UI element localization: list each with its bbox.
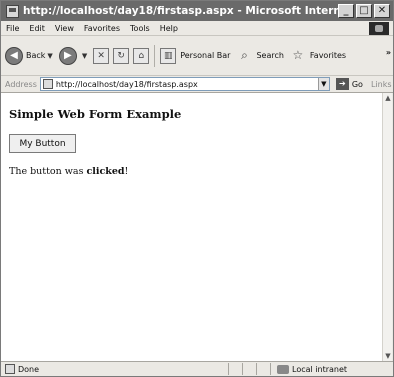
window-title: http://localhost/day18/firstasp.aspx - M…	[23, 5, 338, 17]
my-button[interactable]: My Button	[9, 134, 76, 153]
back-label: Back	[26, 51, 46, 60]
scroll-down-icon[interactable]: ▼	[383, 351, 393, 361]
browser-window: http://localhost/day18/firstasp.aspx - M…	[0, 0, 394, 377]
page-content: Simple Web Form Example My Button The bu…	[1, 93, 383, 361]
links-label[interactable]: Links	[371, 80, 392, 89]
menu-file[interactable]: File	[1, 24, 24, 33]
message-suffix: !	[124, 166, 129, 177]
status-pane	[256, 363, 270, 375]
message-bold: clicked	[86, 166, 125, 177]
menu-tools[interactable]: Tools	[125, 24, 155, 33]
go-arrow-icon: ➔	[335, 78, 349, 90]
menu-edit[interactable]: Edit	[24, 24, 50, 33]
page-icon	[42, 79, 53, 89]
vertical-scrollbar[interactable]: ▲ ▼	[382, 93, 392, 361]
scroll-up-icon[interactable]: ▲	[383, 93, 393, 103]
done-page-icon	[5, 364, 15, 374]
security-zone: Local intranet	[270, 363, 347, 375]
forward-arrow-icon: ▶	[58, 46, 77, 65]
address-url[interactable]: http://localhost/day18/firstasp.aspx	[56, 80, 198, 89]
address-label: Address	[5, 79, 37, 89]
message-prefix: The button was	[9, 166, 87, 177]
personal-bar-label: Personal Bar	[180, 51, 231, 60]
chevron-down-icon[interactable]: ▼	[47, 52, 52, 60]
go-button[interactable]: ➔ Go	[335, 78, 363, 90]
back-button[interactable]: ◀ Back ▼	[5, 46, 53, 65]
status-pane	[242, 363, 256, 375]
forward-button[interactable]: ▶ ▼	[58, 46, 87, 65]
windows-logo-icon	[369, 22, 389, 35]
chevron-down-icon[interactable]: ▼	[82, 52, 87, 60]
address-bar: Address http://localhost/day18/firstasp.…	[1, 76, 393, 93]
intranet-icon	[277, 364, 289, 374]
title-bar[interactable]: http://localhost/day18/firstasp.aspx - M…	[1, 1, 393, 21]
minimize-button[interactable]: _	[338, 4, 354, 18]
zone-label: Local intranet	[292, 364, 348, 374]
favorites-button[interactable]: ☆ Favorites	[290, 47, 347, 64]
page-title: Simple Web Form Example	[9, 107, 182, 121]
toolbar-overflow-icon[interactable]: »	[386, 48, 391, 57]
standard-toolbar: ◀ Back ▼ ▶ ▼ ✕ ↻ ⌂ ▥ Personal Bar ⌕ Sear…	[1, 36, 393, 76]
menu-help[interactable]: Help	[155, 24, 183, 33]
personal-bar-icon: ▥	[160, 47, 177, 64]
menu-view[interactable]: View	[50, 24, 79, 33]
address-input[interactable]: http://localhost/day18/firstasp.aspx ▼	[39, 77, 330, 91]
status-bar: Done Local intranet	[1, 361, 393, 376]
close-button[interactable]: ✕	[374, 4, 390, 18]
click-message: The button was clicked!	[9, 166, 383, 177]
favorites-label: Favorites	[309, 51, 347, 60]
back-arrow-icon: ◀	[5, 46, 23, 65]
search-button[interactable]: ⌕ Search	[236, 47, 284, 64]
go-label: Go	[351, 79, 363, 89]
home-icon[interactable]: ⌂	[133, 47, 150, 64]
status-pane	[228, 363, 242, 375]
status-text: Done	[18, 364, 40, 374]
stop-icon[interactable]: ✕	[93, 47, 110, 64]
star-icon: ☆	[292, 47, 304, 62]
search-icon: ⌕	[241, 47, 248, 62]
toolbar-separator	[154, 44, 156, 67]
chevron-down-icon[interactable]: ▼	[317, 78, 329, 90]
window-controls: _ □ ✕	[338, 4, 390, 18]
maximize-button[interactable]: □	[356, 4, 372, 18]
menu-favorites[interactable]: Favorites	[79, 24, 125, 33]
personal-bar-button[interactable]: ▥ Personal Bar	[160, 47, 231, 64]
search-label: Search	[256, 51, 284, 60]
refresh-icon[interactable]: ↻	[113, 47, 130, 64]
ie-app-icon	[6, 4, 19, 18]
menu-bar: File Edit View Favorites Tools Help	[1, 21, 393, 36]
